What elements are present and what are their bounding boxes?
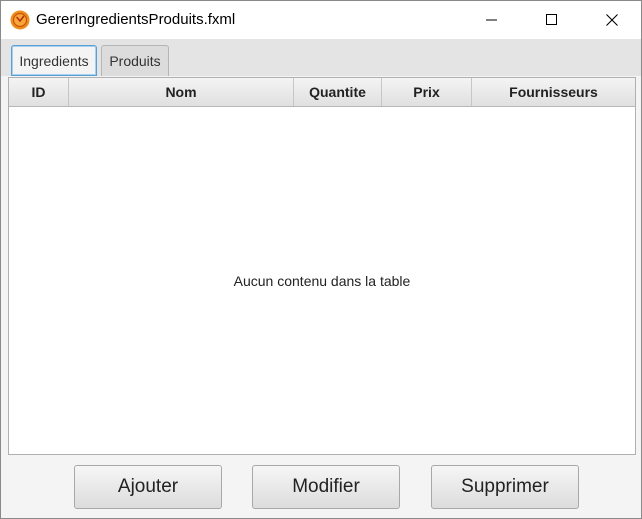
minimize-button[interactable] bbox=[469, 1, 515, 39]
close-icon bbox=[606, 14, 618, 26]
app-icon bbox=[10, 10, 30, 30]
edit-button[interactable]: Modifier bbox=[252, 465, 400, 509]
window-title: GererIngredientsProduits.fxml bbox=[36, 11, 236, 28]
ingredients-table[interactable]: ID Nom Quantite Prix Fournisseurs Aucun … bbox=[8, 77, 636, 455]
add-button[interactable]: Ajouter bbox=[74, 465, 222, 509]
app-window: GererIngredientsProduits.fxml Ingredient… bbox=[0, 0, 642, 519]
delete-button[interactable]: Supprimer bbox=[431, 465, 579, 509]
close-button[interactable] bbox=[589, 1, 635, 39]
table-header: ID Nom Quantite Prix Fournisseurs bbox=[9, 78, 635, 107]
maximize-icon bbox=[546, 14, 557, 25]
column-header-fournisseurs[interactable]: Fournisseurs bbox=[472, 78, 635, 106]
tab-bar: Ingredients Produits bbox=[1, 39, 641, 76]
column-header-prix[interactable]: Prix bbox=[382, 78, 472, 106]
tab-produits[interactable]: Produits bbox=[101, 45, 169, 76]
column-header-quantite[interactable]: Quantite bbox=[294, 78, 382, 106]
maximize-button[interactable] bbox=[529, 1, 575, 39]
minimize-icon bbox=[486, 19, 497, 21]
table-placeholder: Aucun contenu dans la table bbox=[233, 273, 411, 289]
column-header-nom[interactable]: Nom bbox=[69, 78, 294, 106]
title-bar[interactable]: GererIngredientsProduits.fxml bbox=[1, 1, 641, 39]
column-header-id[interactable]: ID bbox=[9, 78, 69, 106]
tab-ingredients[interactable]: Ingredients bbox=[11, 45, 97, 76]
